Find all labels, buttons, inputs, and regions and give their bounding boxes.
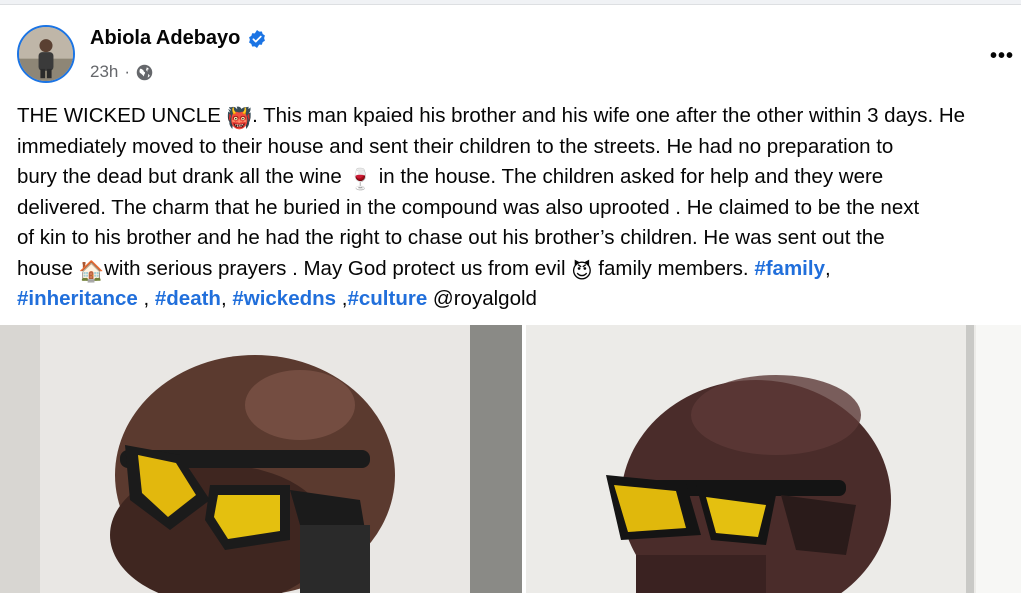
post-text-line: delivered. The charm that he buried in t… xyxy=(17,193,1021,224)
verified-badge-icon xyxy=(249,29,266,48)
text-segment: immediately moved to their house and sen… xyxy=(17,134,894,158)
post-image-right[interactable] xyxy=(526,325,1021,593)
house-emoji-icon: 🏠 xyxy=(78,259,105,283)
post-time[interactable]: 23h xyxy=(90,62,118,82)
text-comma: , xyxy=(336,287,348,310)
photo-bald-man-left xyxy=(0,325,522,593)
post-text-line: of kin to his brother and he had the rig… xyxy=(17,223,1021,254)
avatar[interactable] xyxy=(17,25,75,83)
hashtag-inheritance[interactable]: #inheritance xyxy=(17,287,138,310)
mention-link[interactable]: @royalgold xyxy=(433,287,537,310)
text-comma: , xyxy=(824,256,831,280)
post-meta: 23h · xyxy=(90,62,153,82)
post-card: Abiola Adebayo 23h · ••• THE WICKED UNCL… xyxy=(0,4,1021,593)
photo-bald-man-right xyxy=(526,325,1021,593)
text-comma: , xyxy=(137,287,155,310)
post-image-left[interactable] xyxy=(0,325,522,593)
author-row: Abiola Adebayo xyxy=(90,27,266,50)
ogre-emoji-icon: 👹 xyxy=(226,107,253,130)
hashtag-wickedness[interactable]: #wickedns xyxy=(232,287,336,310)
devil-emoji-icon: 😈 xyxy=(571,259,593,283)
globe-icon[interactable] xyxy=(136,64,153,81)
post-text-line: bury the dead but drank all the wine 🍷 i… xyxy=(17,162,1021,193)
post-text-line: #inheritance , #death, #wickedns ,#cultu… xyxy=(17,284,1021,315)
text-segment: . This man kpaied his brother and his wi… xyxy=(252,104,966,127)
text-segment: with serious prayers . May God protect u… xyxy=(104,256,572,280)
text-comma: , xyxy=(220,287,233,310)
hashtag-death[interactable]: #death xyxy=(155,287,221,310)
post-text-line: immediately moved to their house and sen… xyxy=(17,132,1021,163)
post-text-line: THE WICKED UNCLE 👹. This man kpaied his … xyxy=(17,101,1021,132)
post-text: THE WICKED UNCLE 👹. This man kpaied his … xyxy=(17,101,1021,315)
text-segment: in the house. The children asked for hel… xyxy=(373,165,884,188)
avatar-photo xyxy=(19,27,73,81)
hashtag-culture[interactable]: #culture xyxy=(347,287,427,310)
text-segment: of kin to his brother and he had the rig… xyxy=(17,226,885,249)
post-images xyxy=(0,325,1021,593)
text-segment: family members. xyxy=(592,256,755,280)
text-segment: house xyxy=(17,256,79,280)
post-text-line: house 🏠with serious prayers . May God pr… xyxy=(17,254,1021,285)
text-segment: THE WICKED UNCLE xyxy=(17,104,227,127)
more-options-icon[interactable]: ••• xyxy=(987,41,1017,71)
author-name[interactable]: Abiola Adebayo xyxy=(90,27,240,50)
text-segment: bury the dead but drank all the wine xyxy=(17,165,348,188)
meta-separator: · xyxy=(124,62,131,81)
hashtag-family[interactable]: #family xyxy=(754,257,825,280)
text-segment: delivered. The charm that he buried in t… xyxy=(17,195,920,219)
wine-glass-emoji-icon: 🍷 xyxy=(347,168,374,191)
